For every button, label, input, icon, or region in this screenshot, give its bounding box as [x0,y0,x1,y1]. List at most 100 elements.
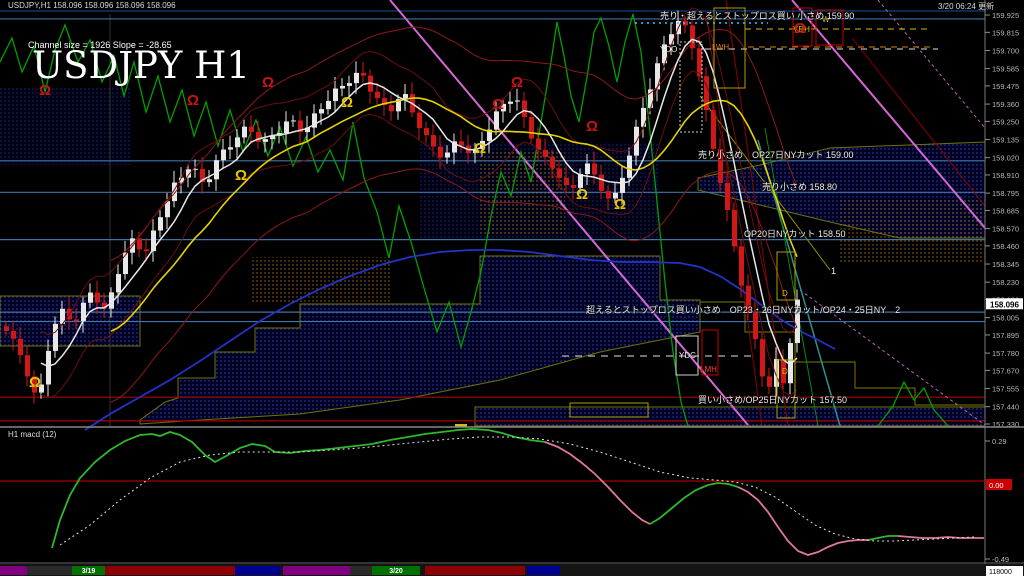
svg-text:159.700: 159.700 [992,46,1019,55]
candle [564,177,569,186]
svg-text:157.555: 157.555 [992,385,1019,394]
svg-text:159.250: 159.250 [992,117,1019,126]
candle [508,101,513,104]
candle [760,339,765,377]
candle [438,146,443,158]
candle [515,100,520,102]
timeline-segment [27,566,72,575]
omega-buy-signal: Ω [614,196,626,213]
svg-text:158.005: 158.005 [992,314,1019,323]
svg-text:3/19: 3/19 [82,568,96,575]
candle [697,48,702,77]
trading-app-window: YDH LWH YDO YDC LMH W D D Ω Ω Ω Ω Ω Ω Ω Ω Ω Ω Ω Ω Ω 159.925 15… [0,0,1024,576]
candle [95,292,100,303]
symbol-quote-line: USDJPY,H1 158.096 158.096 158.096 158.09… [8,1,176,10]
senkou-dotted-area [250,257,390,303]
omega-sell-signal: Ω [586,118,598,135]
candle [620,177,625,193]
timeline-segment [235,566,280,575]
tag-label-d: D [782,289,788,298]
svg-text:158.096: 158.096 [990,300,1019,309]
candle [53,323,58,351]
candle [494,111,499,130]
candle [123,252,128,275]
tag-label-ydo: YDO [660,45,677,54]
last-updated-timestamp: 3/20 06:24 更新 [938,2,995,11]
candle [116,274,121,293]
candle [445,152,450,158]
candle [347,83,352,86]
candle [459,141,464,146]
omega-buy-signal: Ω [235,167,247,184]
tag-label-d: D [782,367,788,376]
omega-buy-signal: Ω [474,140,486,157]
kumo-cloud [474,406,986,427]
svg-text:3/20: 3/20 [389,568,403,575]
timeline-segment [105,566,235,575]
candle [550,156,555,169]
macd-indicator-label: H1 macd (12) [8,430,57,439]
price-annotation: 超えるとストップロス買い小さめ OP23・26日NYカット/OP24・25日NY… [586,305,901,315]
candle [389,105,394,112]
svg-text:157.670: 157.670 [992,366,1019,375]
svg-text:158.230: 158.230 [992,278,1019,287]
svg-text:157.895: 157.895 [992,331,1019,340]
price-annotation: 売り・超えるとストップロス買い 小さめ 159.90 [660,11,855,21]
candle [431,135,436,147]
timeline-bar: 3/19 3/20 118000 [0,564,1024,576]
svg-text:158.345: 158.345 [992,260,1019,269]
svg-text:118000: 118000 [989,569,1012,576]
omega-sell-signal: Ω [187,92,199,109]
candle [417,112,422,129]
svg-text:0.00: 0.00 [989,481,1004,490]
omega-buy-signal: Ω [576,186,588,203]
price-annotation: 1 [831,266,837,276]
candle [627,155,632,178]
svg-text:159.020: 159.020 [992,154,1019,163]
candle [529,116,534,139]
omega-buy-signal: Ω [341,94,353,111]
candle [690,25,695,49]
svg-text:0.29: 0.29 [992,437,1007,446]
timeline-segment [0,566,27,575]
candle [235,137,240,148]
svg-text:-0.49: -0.49 [992,555,1009,564]
candle [326,100,331,110]
tag-label-lmh: LMH [700,365,717,374]
candle [207,179,212,183]
candle [144,249,149,252]
senkou-dotted-area [840,200,985,262]
price-annotation: 売り小さめ OP27日NYカット 159.00 [698,150,854,160]
candle [319,109,324,114]
candle [214,160,219,180]
candle [767,376,772,387]
candle [522,100,527,117]
tag-label-lwh: LWH [712,43,729,52]
timeline-segment [350,566,372,575]
candle [228,147,233,150]
candle [753,312,758,340]
svg-text:159.135: 159.135 [992,136,1019,145]
timeline-segment [425,566,525,575]
timeline-segment [283,566,350,575]
candle [739,246,744,286]
candle [599,174,604,191]
omega-sell-signal: Ω [511,74,523,91]
candle [424,128,429,136]
svg-text:158.795: 158.795 [992,189,1019,198]
tag-label-ydc: YDC [679,351,696,360]
candle [284,121,289,134]
svg-text:158.570: 158.570 [992,225,1019,234]
candle [4,326,9,332]
candle [585,163,590,175]
omega-sell-signal: Ω [262,74,274,91]
svg-text:159.585: 159.585 [992,65,1019,74]
omega-buy-signal: Ω [29,374,41,391]
candle [606,190,611,199]
channel-info-label: Channel size = 1926 Slope = -28.65 [28,40,172,50]
candle [333,88,338,101]
candle [11,331,16,339]
candle [242,126,247,138]
candle [158,217,163,231]
candle [732,210,737,247]
